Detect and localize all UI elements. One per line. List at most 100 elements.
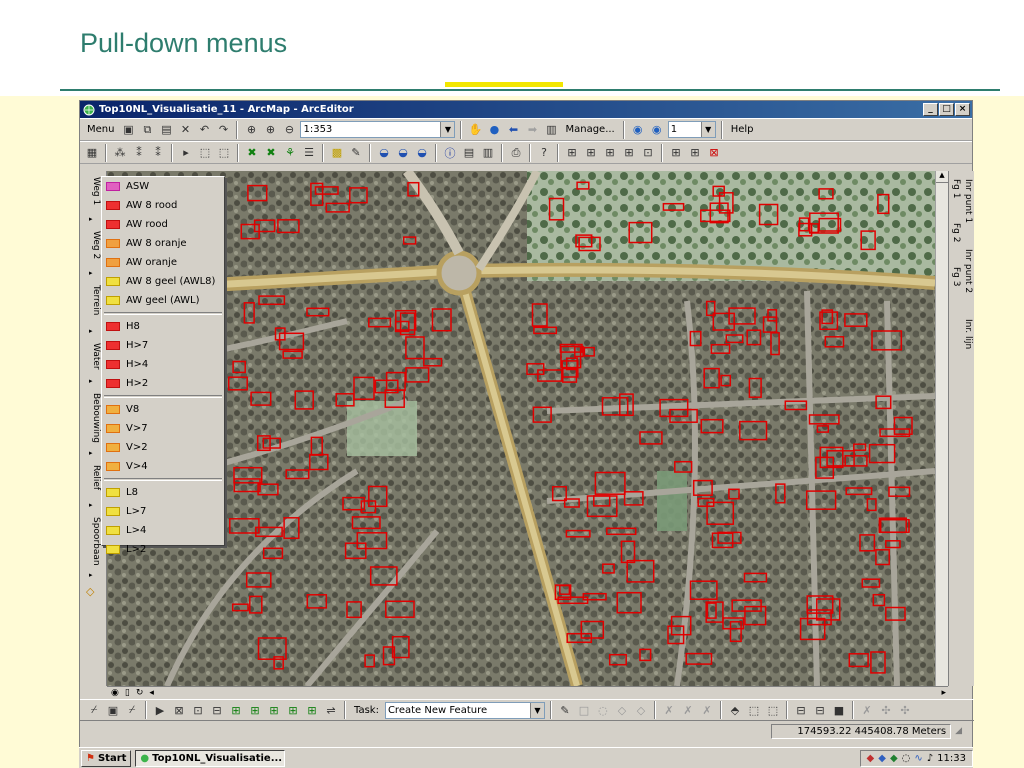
undo-icon[interactable]: ↶	[196, 122, 212, 138]
editor-tool-icon[interactable]: ⌿	[124, 702, 140, 718]
chevron-down-icon[interactable]: ▼	[700, 122, 715, 137]
manage-button[interactable]: Manage...	[562, 124, 617, 135]
forward-arrow-icon[interactable]: ➡	[524, 122, 540, 138]
select-feature-icon[interactable]: ⬚	[216, 145, 232, 161]
taskbar-item-arcmap[interactable]: ● Top10NL_Visualisatie...	[135, 749, 286, 767]
menu-item[interactable]: V>7	[102, 419, 224, 438]
page-combo[interactable]: 1 ▼	[667, 121, 716, 138]
refresh-icon[interactable]: ↻	[136, 688, 144, 698]
redo-icon[interactable]: ↷	[215, 122, 231, 138]
tab-terrein[interactable]: Terrein	[83, 285, 101, 315]
menu-item[interactable]: H>4	[102, 355, 224, 374]
editor-tool-icon[interactable]: ◌	[595, 702, 611, 718]
editor-tool-icon[interactable]: ✗	[859, 702, 875, 718]
editor-tool-icon[interactable]: ⌿	[86, 702, 102, 718]
layout-view-icon[interactable]: ▯	[125, 688, 130, 698]
editor-tool-icon[interactable]: ⊞	[285, 702, 301, 718]
label-icon[interactable]: ⊞	[602, 145, 618, 161]
magnifier-icon[interactable]: ◉	[630, 122, 646, 138]
chevron-down-icon[interactable]: ▼	[529, 702, 544, 718]
menu-item[interactable]: AW 8 oranje	[102, 234, 224, 253]
menu-item[interactable]: AW rood	[102, 215, 224, 234]
editor-tool-icon[interactable]: ⬚	[746, 702, 762, 718]
menu-button[interactable]: Menu	[84, 124, 117, 135]
label-icon[interactable]: ⊡	[640, 145, 656, 161]
editor-tool-icon[interactable]: ✣	[897, 702, 913, 718]
start-button[interactable]: ⚑ Start	[81, 749, 132, 767]
print-icon[interactable]: ⎙	[508, 145, 524, 161]
table-icon[interactable]: ▥	[480, 145, 496, 161]
label-icon[interactable]: ⊞	[621, 145, 637, 161]
tool-icon[interactable]: ✖	[263, 145, 279, 161]
vertical-scrollbar[interactable]: ▲	[935, 171, 948, 686]
tab-fg-3[interactable]: Fg 3	[951, 267, 961, 286]
editor-tool-icon[interactable]: ⊟	[812, 702, 828, 718]
tool-icon[interactable]: ⚘	[282, 145, 298, 161]
scroll-left-arrow-icon[interactable]: ◂	[149, 688, 154, 698]
editor-tool-icon[interactable]: ⊞	[228, 702, 244, 718]
menu-item[interactable]: L>4	[102, 521, 224, 540]
editor-tool-icon[interactable]: ✗	[680, 702, 696, 718]
editor-tool-icon[interactable]: ⊞	[247, 702, 263, 718]
tool-icon[interactable]: ▩	[329, 145, 345, 161]
tool-icon[interactable]: ◒	[414, 145, 430, 161]
tool-icon[interactable]: ✖	[244, 145, 260, 161]
menu-item[interactable]: ASW	[102, 177, 224, 196]
editor-tool-icon[interactable]: □	[576, 702, 592, 718]
scale-combo[interactable]: 1:353 ▼	[300, 121, 456, 138]
table-icon[interactable]: ▦	[84, 145, 100, 161]
close-button[interactable]: ×	[955, 103, 970, 116]
menu-item[interactable]: L>2	[102, 540, 224, 559]
menu-item[interactable]: L8	[102, 483, 224, 502]
tab-fg-1[interactable]: Fg 1	[951, 179, 961, 198]
tab-relief[interactable]: Relief	[83, 465, 101, 490]
window-titlebar[interactable]: Top10NL_Visualisatie_11 - ArcMap - ArcEd…	[80, 101, 972, 118]
delete-icon[interactable]: ✕	[177, 122, 193, 138]
menu-item[interactable]: AW oranje	[102, 253, 224, 272]
help-icon[interactable]: ?	[536, 145, 552, 161]
menu-item[interactable]: H8	[102, 317, 224, 336]
scroll-up-arrow-icon[interactable]: ▲	[936, 171, 948, 183]
label-icon[interactable]: ⊞	[687, 145, 703, 161]
editor-tool-icon[interactable]: ⊡	[190, 702, 206, 718]
edit-tool-icon[interactable]: ◇	[86, 585, 100, 599]
label-icon[interactable]: ⊞	[668, 145, 684, 161]
overview-icon[interactable]: ◉	[649, 122, 665, 138]
menu-item[interactable]: L>7	[102, 502, 224, 521]
editor-tool-icon[interactable]: ✗	[661, 702, 677, 718]
editor-tool-icon[interactable]: ⇌	[323, 702, 339, 718]
menu-item[interactable]: H>2	[102, 374, 224, 393]
select-arrow-icon[interactable]: ▸	[178, 145, 194, 161]
chevron-down-icon[interactable]: ▼	[440, 122, 455, 137]
paste-icon[interactable]: ▤	[158, 122, 174, 138]
tab-bebouwing[interactable]: Bebouwing	[83, 393, 101, 443]
zoom-in-icon[interactable]: ⊕	[262, 122, 278, 138]
tab-inr-punt-1[interactable]: Inr punt 1	[963, 179, 973, 223]
tool-icon[interactable]: ☰	[301, 145, 317, 161]
editor-tool-icon[interactable]: ⊞	[304, 702, 320, 718]
tab-water[interactable]: Water	[83, 343, 101, 370]
scroll-right-arrow-icon[interactable]: ▸	[941, 688, 946, 698]
topology-icon[interactable]: ⁂	[112, 145, 128, 161]
map-view[interactable]	[107, 171, 935, 686]
copy-icon[interactable]: ⧉	[139, 122, 155, 138]
sketch-pencil-icon[interactable]: ✎	[557, 702, 573, 718]
editor-tool-icon[interactable]: ⊟	[209, 702, 225, 718]
tray-icon[interactable]: ◆	[878, 753, 886, 764]
editor-tool-icon[interactable]: ◇	[614, 702, 630, 718]
editor-tool-icon[interactable]: ⊞	[266, 702, 282, 718]
editor-tool-icon[interactable]: ⬘	[727, 702, 743, 718]
pencil-icon[interactable]: ✎	[348, 145, 364, 161]
editor-tool-icon[interactable]: ⊠	[171, 702, 187, 718]
topology-icon[interactable]: ⁑	[131, 145, 147, 161]
tool-icon[interactable]: ◒	[376, 145, 392, 161]
select-feature-icon[interactable]: ⬚	[197, 145, 213, 161]
speaker-icon[interactable]: ♪	[927, 753, 933, 764]
menu-item[interactable]: AW geel (AWL)	[102, 291, 224, 310]
resize-grip-icon[interactable]: ◢	[955, 726, 962, 736]
full-extent-globe-icon[interactable]: ●	[486, 122, 502, 138]
help-menu[interactable]: Help	[728, 124, 757, 135]
menu-item[interactable]: H>7	[102, 336, 224, 355]
pan-hand-icon[interactable]: ✋	[467, 122, 483, 138]
menu-item[interactable]: AW 8 rood	[102, 196, 224, 215]
